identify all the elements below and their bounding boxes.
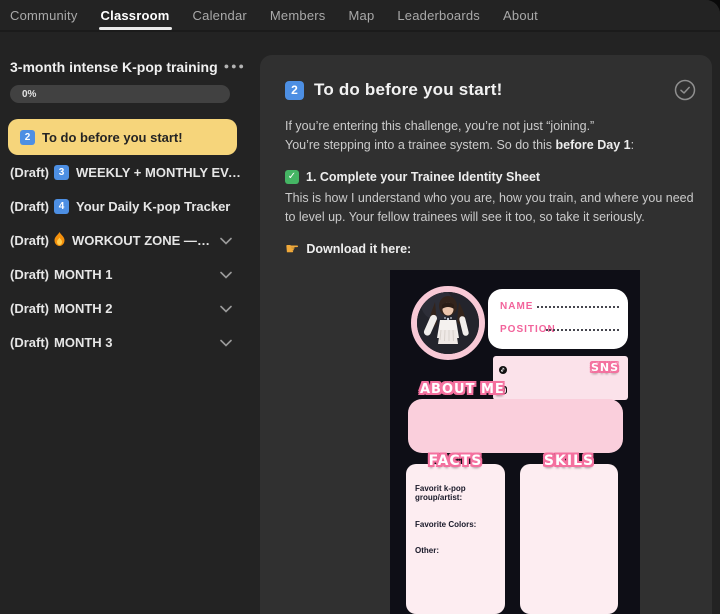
- facts-box: Favorit k-pop group/artist: Favorite Col…: [406, 463, 505, 614]
- module-list: 2 To do before you start! (Draft) 3 WEEK…: [0, 119, 260, 359]
- skills-label: SKILS: [543, 452, 595, 469]
- draft-prefix: (Draft): [10, 198, 49, 214]
- keycap-4-icon: 4: [54, 198, 69, 214]
- sidebar-item-label: MONTH 2: [54, 300, 113, 316]
- sidebar-item-label: Your Daily K-pop Tracker: [76, 198, 231, 214]
- intro-paragraph: If you’re entering this challenge, you’r…: [285, 117, 696, 155]
- sidebar-item-todo[interactable]: 2 To do before you start!: [8, 119, 237, 155]
- progress-bar: 0%: [10, 85, 230, 103]
- course-sidebar: 3-month intense K-pop training ●●● 0% 2 …: [0, 34, 260, 614]
- fact-item: Favorit k-pop group/artist:: [415, 483, 466, 503]
- pointing-finger-icon: ☛: [285, 239, 300, 259]
- course-menu-icon[interactable]: ●●●: [224, 61, 246, 71]
- intro-line-2: You’re stepping into a trainee system. S…: [285, 137, 635, 152]
- sidebar-item-month-2[interactable]: (Draft) MONTH 2: [0, 291, 260, 325]
- keycap-2-icon: 2: [20, 129, 35, 145]
- check-mark-icon: ✓: [285, 169, 299, 184]
- step-body: This is how I understand who you are, ho…: [285, 191, 694, 224]
- trainee-identity-sheet-image[interactable]: NAME POSITION SNS ABOUT ME FACTS SKILS F…: [390, 269, 640, 614]
- fact-item: Favorite Colors:: [415, 519, 477, 529]
- name-position-fields: NAME POSITION: [488, 288, 628, 349]
- name-field-label: NAME: [500, 301, 534, 312]
- lesson-panel: 2 To do before you start! If you’re ente…: [260, 55, 712, 614]
- fire-icon: [54, 231, 65, 249]
- draft-prefix: (Draft): [10, 266, 49, 282]
- facts-label: FACTS: [428, 452, 483, 469]
- sidebar-item-workout-zone[interactable]: (Draft) WORKOUT ZONE — BUIL…: [0, 223, 260, 257]
- download-label: Download it here:: [306, 241, 412, 256]
- name-dotted-line: [537, 305, 619, 308]
- draft-prefix: (Draft): [10, 164, 49, 180]
- tiktok-icon: [499, 361, 507, 379]
- course-title: 3-month intense K-pop training: [10, 59, 218, 75]
- idol-photo: [411, 285, 485, 360]
- nav-classroom[interactable]: Classroom: [98, 0, 172, 31]
- sidebar-item-label: MONTH 1: [54, 266, 113, 282]
- top-nav: Community Classroom Calendar Members Map…: [0, 0, 720, 32]
- step-heading: ✓ 1. Complete your Trainee Identity Shee…: [285, 168, 696, 187]
- chevron-down-icon[interactable]: [220, 335, 232, 350]
- keycap-3-icon: 3: [54, 164, 69, 180]
- sidebar-item-daily-tracker[interactable]: (Draft) 4 Your Daily K-pop Tracker: [0, 189, 260, 223]
- skills-box: [520, 463, 618, 614]
- sidebar-item-month-3[interactable]: (Draft) MONTH 3: [0, 325, 260, 359]
- draft-prefix: (Draft): [10, 334, 49, 350]
- nav-calendar[interactable]: Calendar: [193, 0, 247, 31]
- sns-section: SNS: [493, 355, 628, 413]
- nav-map[interactable]: Map: [348, 0, 374, 31]
- keycap-2-icon: 2: [285, 80, 304, 100]
- sidebar-item-label: WEEKLY + MONTHLY EVALUAT…: [76, 164, 250, 180]
- sns-label: SNS: [590, 360, 619, 374]
- sidebar-item-label: To do before you start!: [42, 129, 183, 145]
- lesson-title: To do before you start!: [314, 80, 503, 99]
- app-window: Community Classroom Calendar Members Map…: [0, 0, 720, 614]
- chevron-down-icon[interactable]: [220, 301, 232, 316]
- sidebar-item-weekly-eval[interactable]: (Draft) 3 WEEKLY + MONTHLY EVALUAT…: [0, 155, 260, 189]
- position-dotted-line: [545, 328, 619, 331]
- chevron-down-icon[interactable]: [220, 267, 232, 282]
- intro-line-1: If you’re entering this challenge, you’r…: [285, 119, 595, 133]
- sidebar-item-month-1[interactable]: (Draft) MONTH 1: [0, 257, 260, 291]
- sidebar-item-label: MONTH 3: [54, 334, 113, 350]
- about-me-box: [408, 398, 623, 453]
- nav-community[interactable]: Community: [10, 0, 78, 31]
- chevron-down-icon[interactable]: [220, 233, 232, 248]
- progress-label: 0%: [22, 88, 37, 100]
- nav-members[interactable]: Members: [270, 0, 326, 31]
- mark-complete-icon[interactable]: [674, 79, 696, 101]
- about-me-label: ABOUT ME: [420, 381, 505, 397]
- step-title: 1. Complete your Trainee Identity Sheet: [306, 169, 541, 184]
- download-line: ☛ Download it here:: [285, 240, 696, 259]
- nav-leaderboards[interactable]: Leaderboards: [397, 0, 480, 31]
- draft-prefix: (Draft): [10, 300, 49, 316]
- sidebar-item-label: WORKOUT ZONE — BUIL…: [72, 232, 212, 248]
- nav-about[interactable]: About: [503, 0, 538, 31]
- draft-prefix: (Draft): [10, 232, 49, 248]
- fact-item: Other:: [415, 546, 439, 556]
